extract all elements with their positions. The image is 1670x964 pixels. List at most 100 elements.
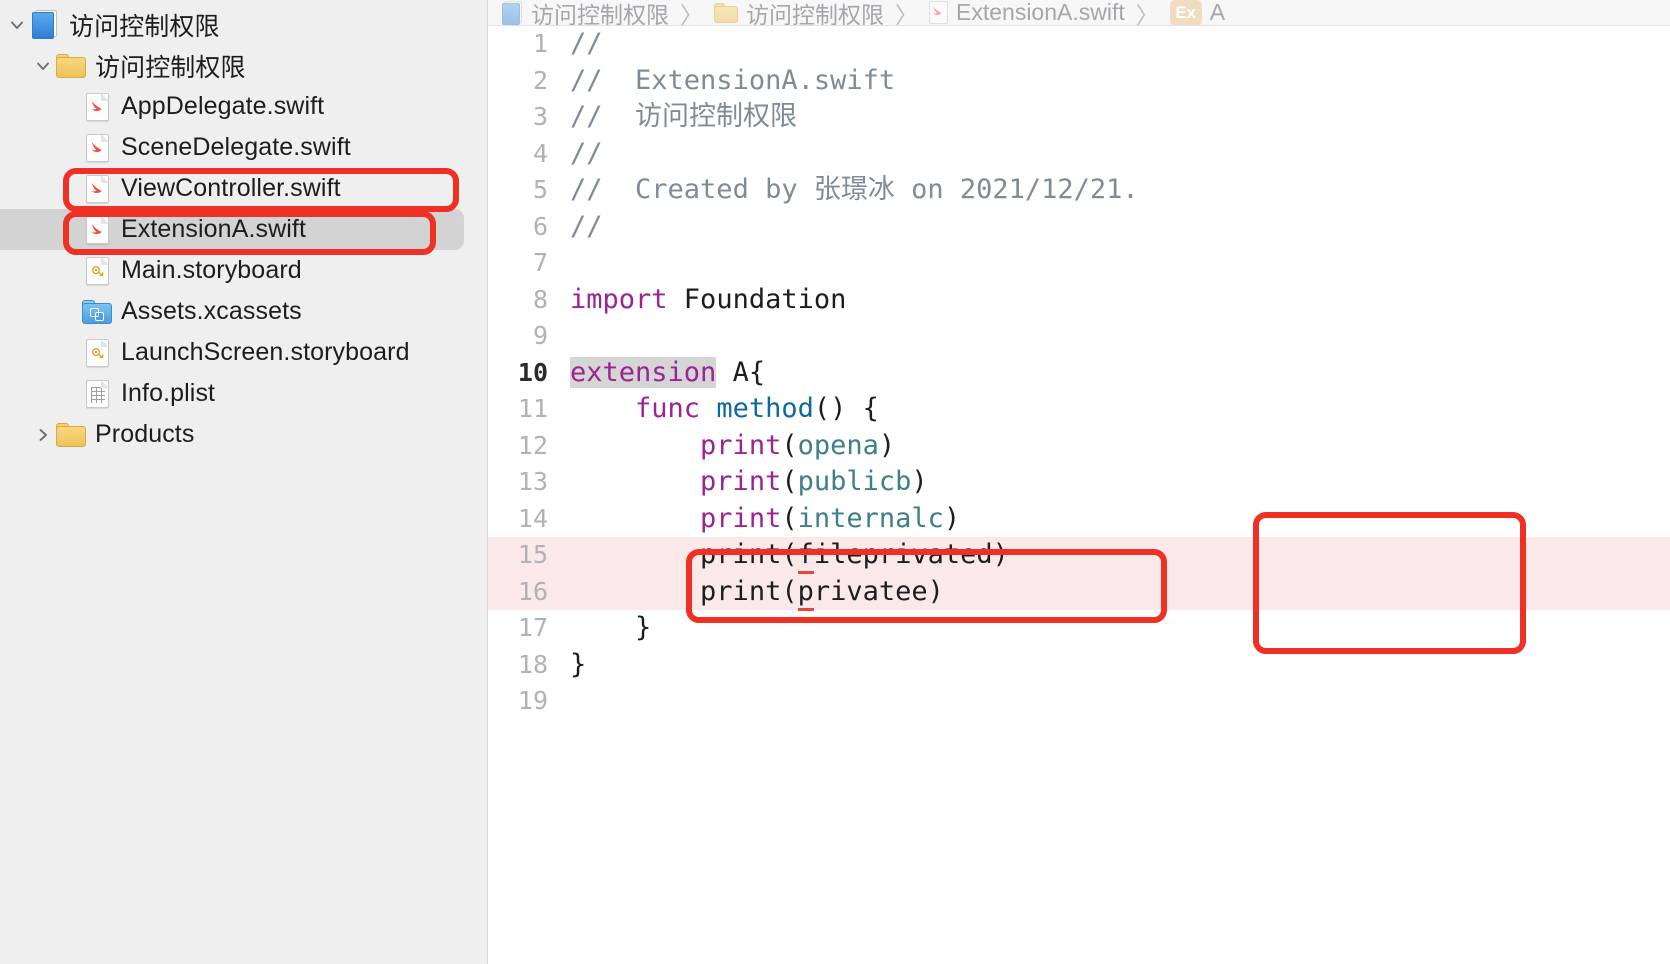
nav-item-info-plist[interactable]: Info.plist (0, 373, 487, 414)
code-token-comment: // (570, 64, 636, 96)
code-token-comment-text: Created by 张璟冰 on 2021/12/21. (635, 174, 1139, 205)
extension-badge-icon: Ex (1169, 0, 1202, 25)
code-line[interactable]: 8 import Foundation (488, 282, 1670, 319)
code-token-comment: // (570, 174, 636, 205)
nav-item-label: Main.storyboard (121, 256, 302, 284)
code-token-keyword-selected[interactable]: extension (570, 356, 717, 388)
code-line[interactable]: 19 (488, 683, 1670, 720)
code-token-function: print (700, 502, 782, 534)
code-token-punct: } (570, 612, 652, 643)
code-token-function: print( (700, 575, 798, 607)
code-token-error-underline: p (797, 575, 814, 611)
code-token-comment: // (570, 101, 636, 132)
code-token-keyword: import (570, 283, 668, 315)
nav-item-label: Assets.xcassets (121, 297, 302, 325)
source-editor[interactable]: 访问控制权限 〉 访问控制权限 〉 ExtensionA.swift 〉 Ex … (488, 0, 1670, 964)
chevron-down-icon[interactable] (30, 57, 56, 75)
code-line-error[interactable]: 15 print(fileprivated) (488, 537, 1670, 574)
code-line[interactable]: 1 // (488, 26, 1670, 63)
code-token-method-name: method (700, 393, 814, 424)
code-line[interactable]: 18 } (488, 647, 1670, 684)
breadcrumb-item-file[interactable]: ExtensionA.swift (929, 0, 1125, 25)
code-line[interactable]: 12 print(opena) (488, 428, 1670, 465)
breadcrumb-label: 访问控制权限 (746, 1, 884, 26)
xcode-project-icon (30, 9, 60, 40)
nav-item-viewcontroller[interactable]: ViewController.swift (0, 168, 487, 209)
code-line-error[interactable]: 16 print(privatee) (488, 573, 1670, 611)
code-line[interactable]: 14 print(internalc) (488, 501, 1670, 538)
code-token-punct: ) (878, 429, 896, 461)
code-line[interactable]: 6 // (488, 209, 1670, 246)
nav-item-project[interactable]: 访问控制权限 (0, 4, 487, 45)
breadcrumb-item-symbol[interactable]: Ex A (1169, 0, 1226, 25)
code-token-punct: ) (992, 539, 1009, 570)
code-line[interactable]: 2 // ExtensionA.swift (488, 63, 1670, 100)
code-token-function: print (700, 466, 782, 497)
code-token-comment-text: ExtensionA.swift (635, 64, 896, 96)
nav-item-label: 访问控制权限 (95, 53, 246, 82)
code-token-punct: ( (781, 502, 798, 534)
line-number: 2 (532, 65, 548, 95)
code-line[interactable]: 4 // (488, 136, 1670, 173)
nav-item-main-storyboard[interactable]: Main.storyboard (0, 250, 487, 291)
code-line[interactable]: 11 func method() { (488, 391, 1670, 428)
code-line[interactable]: 3 // 访问控制权限 (488, 99, 1670, 136)
line-number: 17 (517, 613, 548, 642)
line-number: 15 (517, 540, 548, 569)
code-line[interactable]: 9 (488, 318, 1670, 355)
code-token-identifier: publicb (797, 466, 912, 497)
breadcrumb-item-group[interactable]: 访问控制权限 (714, 0, 884, 26)
swift-file-icon (82, 133, 112, 162)
nav-item-label: SceneDelegate.swift (121, 133, 351, 161)
line-number: 7 (532, 248, 548, 277)
nav-item-extensiona[interactable]: ExtensionA.swift (0, 209, 487, 250)
nav-item-launchscreen-storyboard[interactable]: LaunchScreen.storyboard (0, 332, 487, 373)
nav-item-group[interactable]: 访问控制权限 (0, 45, 487, 86)
line-number: 1 (532, 29, 548, 58)
xcode-project-icon (502, 0, 523, 25)
line-number: 19 (517, 686, 548, 715)
code-line[interactable]: 5 // Created by 张璟冰 on 2021/12/21. (488, 172, 1670, 209)
code-token-punct: ) (927, 575, 944, 607)
code-token-identifier: rivatee (813, 575, 928, 607)
breadcrumb[interactable]: 访问控制权限 〉 访问控制权限 〉 ExtensionA.swift 〉 Ex … (488, 0, 1670, 26)
breadcrumb-item-project[interactable]: 访问控制权限 (502, 0, 669, 25)
code-token-function: print( (700, 539, 798, 570)
nav-item-label: 访问控制权限 (69, 12, 220, 41)
code-token-punct: ) (943, 502, 961, 534)
nav-item-label: LaunchScreen.storyboard (121, 338, 410, 366)
code-token-keyword: func (635, 393, 701, 424)
code-token-comment-text: 访问控制权限 (635, 101, 798, 132)
code-line[interactable]: 7 (488, 245, 1670, 282)
chevron-right-icon: 〉 (1135, 1, 1159, 26)
nav-item-label: AppDelegate.swift (121, 92, 325, 120)
swift-file-icon (82, 92, 112, 121)
line-number: 13 (517, 467, 548, 496)
code-line[interactable]: 17 } (488, 610, 1670, 647)
chevron-right-icon[interactable] (30, 426, 56, 444)
code-token-identifier: opena (797, 429, 879, 461)
code-line[interactable]: 10 extension A{ (488, 355, 1670, 392)
xcode-window: 访问控制权限 访问控制权限 AppDelegate.swift SceneDel… (0, 0, 1670, 964)
line-number: 8 (532, 284, 548, 314)
code-token-punct: ( (781, 466, 798, 497)
nav-item-scenedelegate[interactable]: SceneDelegate.swift (0, 127, 487, 168)
breadcrumb-label: A (1209, 0, 1226, 25)
line-number: 6 (532, 211, 548, 241)
nav-item-appdelegate[interactable]: AppDelegate.swift (0, 86, 487, 127)
nav-item-assets-xcassets[interactable]: Assets.xcassets (0, 291, 487, 332)
line-number-current: 10 (517, 357, 548, 387)
code-canvas[interactable]: 1 // 2 // ExtensionA.swift 3 // 访问控制权限 4… (488, 26, 1670, 964)
chevron-right-icon: 〉 (895, 1, 918, 26)
nav-item-products[interactable]: Products (0, 414, 487, 455)
line-number: 3 (532, 102, 548, 131)
code-token-identifier: ileprivated (813, 539, 993, 570)
chevron-right-icon: 〉 (680, 1, 703, 26)
code-token-error-underline: f (797, 539, 814, 574)
code-line[interactable]: 13 print(publicb) (488, 464, 1670, 501)
chevron-down-icon[interactable] (4, 16, 30, 34)
code-token-identifier: internalc (797, 502, 944, 534)
project-navigator[interactable]: 访问控制权限 访问控制权限 AppDelegate.swift SceneDel… (0, 0, 488, 964)
